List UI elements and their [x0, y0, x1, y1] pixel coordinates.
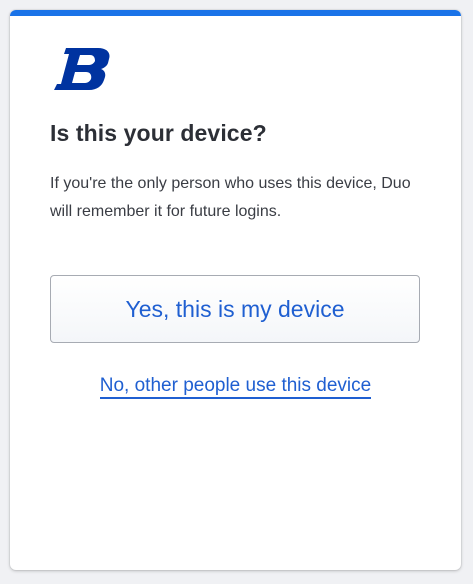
page-title: Is this your device?	[50, 120, 267, 146]
no-link-container: No, other people use this device	[10, 375, 461, 399]
no-trust-device-link[interactable]: No, other people use this device	[99, 375, 372, 399]
yes-trust-device-button[interactable]: Yes, this is my device	[50, 275, 420, 343]
accent-top-bar	[10, 10, 461, 16]
device-message: If you're the only person who uses this …	[50, 175, 411, 220]
b-brand-logo-icon	[54, 48, 110, 90]
device-trust-card: Is this your device? If you're the only …	[10, 10, 461, 570]
